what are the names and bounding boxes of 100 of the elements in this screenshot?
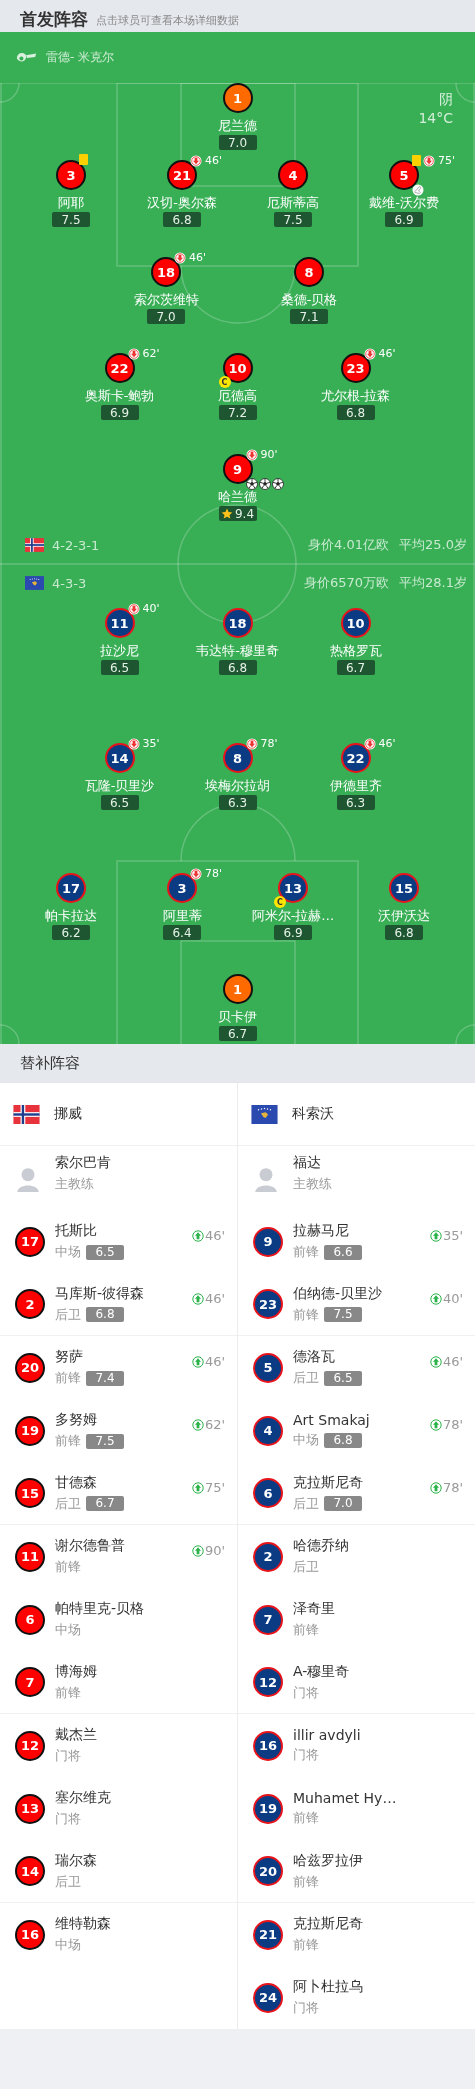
player-marker[interactable]: 12	[253, 1667, 283, 1697]
player-name: 瑞尔森	[55, 1851, 98, 1870]
player-marker[interactable]: 2	[253, 1541, 283, 1572]
player-position: 后卫	[293, 1369, 319, 1387]
player-marker[interactable]: 13	[15, 1793, 45, 1824]
player-marker[interactable]: 23	[340, 353, 371, 383]
player-marker[interactable]: 11	[104, 608, 135, 638]
player-marker[interactable]: 1	[222, 974, 253, 1004]
player-name: 索尔茨维特	[133, 291, 199, 308]
player-name: illir avdyli	[293, 1727, 362, 1743]
player-marker[interactable]: 4	[278, 160, 308, 190]
player-rating: 7.5	[86, 1433, 124, 1449]
captain-badge: C	[274, 896, 286, 908]
player-marker[interactable]: 19	[253, 1793, 283, 1824]
substitution-on-icon	[191, 1355, 204, 1368]
player-marker[interactable]: 8	[294, 257, 324, 287]
player-marker[interactable]: 3	[167, 873, 197, 903]
player-marker[interactable]: 22	[340, 743, 371, 773]
player-marker[interactable]: 7	[15, 1667, 45, 1697]
player-marker[interactable]: 5	[253, 1352, 283, 1383]
player-marker[interactable]: 15	[389, 873, 419, 903]
player-marker[interactable]: 9	[222, 454, 253, 484]
player-position: 前锋	[293, 1936, 319, 1954]
player-position: 前锋	[293, 1872, 319, 1891]
player-rating: 6.7	[86, 1496, 124, 1511]
player-marker[interactable]: 21	[167, 160, 197, 190]
player-marker[interactable]: 8	[222, 743, 253, 773]
player-marker[interactable]: 18	[151, 257, 181, 287]
player-name: 桑德-贝格	[280, 291, 338, 308]
player-marker[interactable]: 14	[104, 743, 135, 773]
player-name: 拉赫马尼	[293, 1222, 350, 1240]
player-marker[interactable]: 10	[340, 608, 371, 638]
substitution-minute: 75'	[204, 1480, 225, 1495]
player-name: A-穆里奇	[293, 1662, 351, 1681]
player-marker[interactable]: 3	[56, 160, 86, 190]
substitution-on-icon	[191, 1229, 204, 1242]
substitution-on-icon	[191, 1292, 204, 1305]
player-marker[interactable]: 22	[104, 353, 135, 383]
player-marker[interactable]: 1	[222, 83, 253, 113]
player-marker[interactable]: 4	[253, 1415, 283, 1446]
player-name: 沃伊沃达	[378, 907, 430, 924]
substitution-minute: 75'	[438, 154, 456, 167]
player-marker[interactable]: 7	[253, 1604, 283, 1635]
player-rating: 6.9	[394, 212, 414, 227]
player-marker[interactable]: 6	[15, 1604, 45, 1635]
player-marker[interactable]: 24	[253, 1982, 283, 2013]
section-title: 首发阵容	[20, 7, 88, 31]
player-rating: 7.5	[283, 212, 303, 227]
player-marker[interactable]: 14	[15, 1856, 45, 1886]
player-marker[interactable]: 17	[56, 873, 86, 903]
flag-icon	[25, 576, 44, 590]
player-marker[interactable]: 15	[15, 1478, 45, 1508]
player-rating: 6.5	[86, 1244, 124, 1260]
player-rating: 7.1	[299, 309, 319, 324]
player-marker[interactable]: 11	[15, 1541, 45, 1572]
player-rating: 6.8	[86, 1307, 124, 1322]
player-marker[interactable]: 16	[15, 1919, 45, 1950]
substitution-on-icon	[191, 1544, 204, 1557]
player-marker[interactable]: 16	[253, 1730, 283, 1761]
player-marker[interactable]: 2	[15, 1289, 45, 1319]
flag-icon	[13, 1104, 40, 1124]
player-position: 后卫	[55, 1494, 81, 1513]
player-rating: 7.0	[156, 309, 176, 324]
substitution-off-icon	[127, 347, 140, 360]
substitution-minute: 46'	[204, 1291, 225, 1306]
player-marker[interactable]: 9	[253, 1226, 283, 1257]
substitution-off-icon	[245, 737, 258, 750]
weather-temperature: 14°C	[418, 109, 453, 128]
player-rating: 7.0	[227, 135, 248, 150]
player-name: 马库斯-彼得森	[55, 1284, 146, 1303]
section-title: 替补阵容	[20, 1053, 80, 1073]
player-name: 阿卜杜拉乌	[293, 1978, 364, 1996]
referee-name: 雷德- 米克尔	[46, 49, 115, 66]
player-rating: 6.5	[109, 795, 130, 810]
player-name: 帕特里克-贝格	[55, 1600, 146, 1618]
substitution-minute: 78'	[205, 867, 223, 880]
substitution-off-icon	[127, 737, 140, 750]
player-marker[interactable]: 20	[253, 1856, 283, 1886]
player-rating: 9.4	[234, 506, 255, 521]
substitution-minute: 90'	[204, 1543, 225, 1558]
player-name: 哈兹罗拉伊	[293, 1851, 364, 1870]
player-marker[interactable]: 23	[253, 1289, 283, 1319]
player-rating: 6.8	[227, 660, 248, 675]
player-name: 尼兰德	[218, 117, 257, 134]
player-marker[interactable]: 17	[15, 1226, 45, 1257]
player-marker[interactable]: 20	[15, 1352, 45, 1383]
player-name: 哈兰德	[218, 488, 257, 505]
player-position: 中场	[55, 1936, 81, 1954]
player-rating: 7.5	[324, 1307, 362, 1322]
player-marker[interactable]: 21	[253, 1919, 283, 1950]
player-name: 瓦隆-贝里沙	[84, 777, 155, 794]
player-name: 拉沙尼	[100, 642, 139, 659]
flag-icon	[251, 1104, 278, 1124]
substitution-off-icon	[190, 867, 202, 880]
player-marker[interactable]: 18	[222, 608, 253, 638]
weather-condition: 阴	[439, 90, 453, 109]
player-marker[interactable]: 6	[253, 1478, 283, 1508]
player-marker[interactable]: 12	[15, 1730, 45, 1761]
player-marker[interactable]: 19	[15, 1415, 45, 1446]
player-marker[interactable]: 5	[389, 160, 419, 190]
